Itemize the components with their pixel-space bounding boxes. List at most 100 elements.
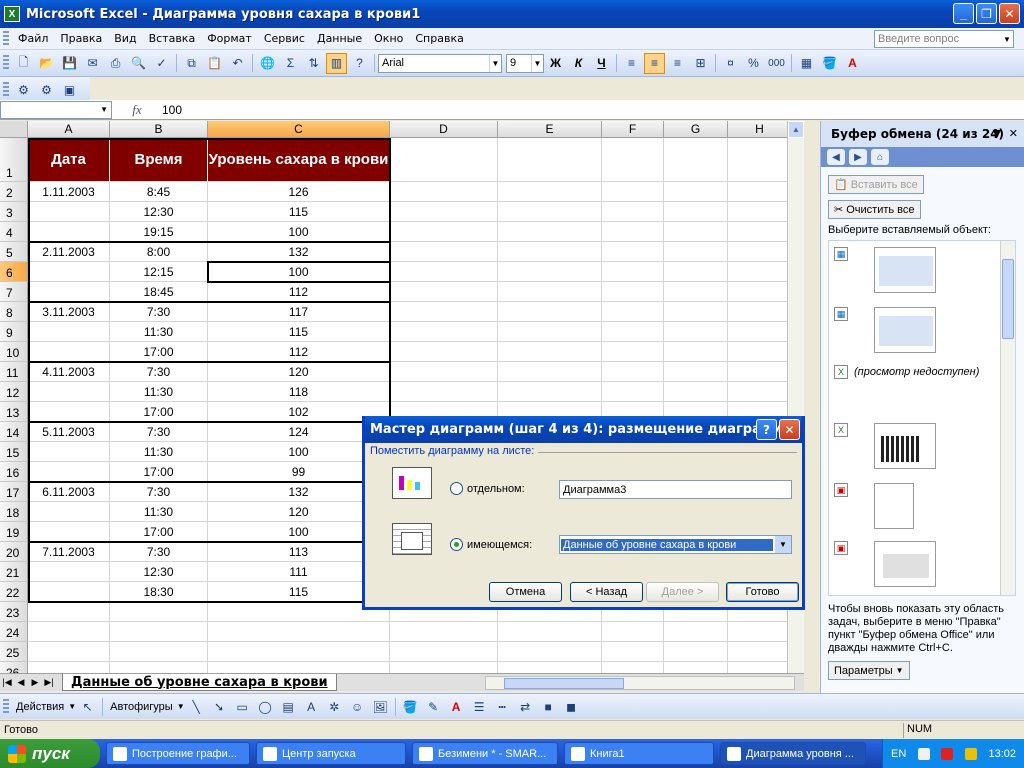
table-cell[interactable]: 5.11.2003 <box>28 422 110 442</box>
menu-view[interactable]: Вид <box>108 32 142 45</box>
grid-cell[interactable] <box>390 138 498 182</box>
table-header-cell[interactable]: Уровень сахара в крови <box>208 138 390 182</box>
row-header[interactable]: 17 <box>0 482 28 502</box>
macro-icon[interactable]: ⚙ <box>13 80 34 101</box>
grid-cell[interactable] <box>664 222 728 242</box>
table-cell[interactable]: 7:30 <box>110 542 208 562</box>
table-cell[interactable] <box>28 442 110 462</box>
radio-button[interactable] <box>450 482 463 495</box>
row-header[interactable]: 5 <box>0 242 28 262</box>
font-color-icon[interactable]: A <box>446 696 467 717</box>
table-cell[interactable]: 126 <box>208 182 390 202</box>
thousands-button[interactable]: 000 <box>766 53 787 74</box>
toolbar-grip[interactable] <box>3 30 9 47</box>
grid-cell[interactable] <box>664 642 728 662</box>
column-header-e[interactable]: E <box>498 121 602 138</box>
line-color-icon[interactable]: ✎ <box>423 696 444 717</box>
row-header[interactable]: 8 <box>0 302 28 322</box>
grid-cell[interactable] <box>498 282 602 302</box>
grid-cell[interactable] <box>602 362 664 382</box>
grid-cell[interactable] <box>498 662 602 673</box>
table-cell[interactable]: 7:30 <box>110 422 208 442</box>
shadow-icon[interactable]: ■ <box>538 696 559 717</box>
grid-cell[interactable] <box>498 138 602 182</box>
grid-cell[interactable] <box>728 622 792 642</box>
table-cell[interactable]: 115 <box>208 202 390 222</box>
grid-cell[interactable] <box>602 642 664 662</box>
table-cell[interactable]: 11:30 <box>110 502 208 522</box>
row-header[interactable]: 2 <box>0 182 28 202</box>
grid-cell[interactable] <box>498 222 602 242</box>
grid-cell[interactable] <box>728 302 792 322</box>
table-cell[interactable] <box>28 502 110 522</box>
task-pane-scrollbar[interactable] <box>1000 241 1015 595</box>
currency-icon[interactable]: ¤ <box>720 53 741 74</box>
copy-icon[interactable]: ⧉ <box>181 53 202 74</box>
row-header[interactable]: 3 <box>0 202 28 222</box>
table-cell[interactable]: 12:30 <box>110 562 208 582</box>
row-header[interactable]: 18 <box>0 502 28 522</box>
toolbar-grip[interactable] <box>3 82 9 98</box>
home-icon[interactable]: ⌂ <box>871 149 889 165</box>
font-size-select[interactable]: 9 ▼ <box>506 53 544 73</box>
menu-window[interactable]: Окно <box>368 32 409 45</box>
close-icon[interactable]: ✕ <box>1009 127 1018 140</box>
camera-icon[interactable]: ▣ <box>59 80 80 101</box>
grid-cell[interactable] <box>728 342 792 362</box>
table-cell[interactable]: 100 <box>208 222 390 242</box>
grid-cell[interactable] <box>602 282 664 302</box>
toolbar-grip[interactable] <box>3 55 9 71</box>
grid-cell[interactable] <box>664 202 728 222</box>
row-header[interactable]: 12 <box>0 382 28 402</box>
table-cell[interactable]: 7:30 <box>110 302 208 322</box>
grid-cell[interactable] <box>390 202 498 222</box>
grid-cell[interactable] <box>498 642 602 662</box>
next-button[interactable]: Далее > <box>646 582 719 602</box>
row-header[interactable]: 22 <box>0 582 28 602</box>
align-left-icon[interactable]: ≡ <box>621 53 642 74</box>
grid-cell[interactable] <box>390 642 498 662</box>
table-cell[interactable] <box>28 322 110 342</box>
clipboard-item[interactable]: ▣ <box>834 541 994 587</box>
grid-cell[interactable] <box>390 222 498 242</box>
table-cell[interactable] <box>28 402 110 422</box>
grid-cell[interactable] <box>602 322 664 342</box>
autosum-icon[interactable]: Σ <box>280 53 301 74</box>
open-folder-icon[interactable]: 📂 <box>36 53 57 74</box>
row-header[interactable]: 15 <box>0 442 28 462</box>
table-cell[interactable]: 118 <box>208 382 390 402</box>
select-pointer-icon[interactable]: ↖ <box>77 696 98 717</box>
clipboard-item[interactable]: ▣ <box>834 483 994 529</box>
table-cell[interactable] <box>28 382 110 402</box>
grid-cell[interactable] <box>498 322 602 342</box>
wordart-icon[interactable]: A <box>301 696 322 717</box>
grid-cell[interactable] <box>390 322 498 342</box>
grid-cell[interactable] <box>728 362 792 382</box>
table-cell[interactable]: 11:30 <box>110 322 208 342</box>
row-header[interactable]: 21 <box>0 562 28 582</box>
fill-color-icon[interactable]: 🪣 <box>819 53 840 74</box>
grid-cell[interactable] <box>664 322 728 342</box>
table-cell[interactable]: 12:30 <box>110 202 208 222</box>
table-cell[interactable]: 115 <box>208 322 390 342</box>
clipboard-list[interactable]: ▦ ▦ X (просмотр недоступен) X ▣ ▣ <box>828 240 1016 596</box>
table-cell[interactable]: 3.11.2003 <box>28 302 110 322</box>
grid-cell[interactable] <box>602 242 664 262</box>
paste-icon[interactable]: 📋 <box>204 53 225 74</box>
table-cell[interactable]: 7:30 <box>110 362 208 382</box>
table-cell[interactable] <box>28 462 110 482</box>
merge-center-icon[interactable]: ⊞ <box>690 53 711 74</box>
arrow-icon[interactable]: ➘ <box>209 696 230 717</box>
grid-cell[interactable] <box>390 182 498 202</box>
grid-cell[interactable] <box>664 382 728 402</box>
table-cell[interactable]: 8:00 <box>110 242 208 262</box>
formula-input[interactable]: 100 <box>162 103 182 117</box>
table-cell[interactable]: 132 <box>208 242 390 262</box>
column-header-c[interactable]: C <box>208 121 390 138</box>
table-cell[interactable]: 8:45 <box>110 182 208 202</box>
existing-sheet-select[interactable]: Данные об уровне сахара в крови ▼ <box>559 535 792 554</box>
table-cell[interactable]: 120 <box>208 362 390 382</box>
table-cell[interactable] <box>28 202 110 222</box>
row-header[interactable]: 11 <box>0 362 28 382</box>
save-icon[interactable]: 💾 <box>59 53 80 74</box>
